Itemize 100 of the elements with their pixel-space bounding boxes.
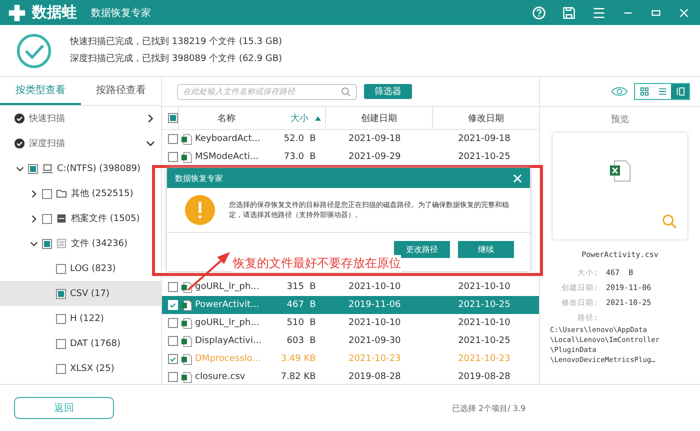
eye-icon[interactable]: [611, 86, 628, 97]
created-date: 2021-09-29: [347, 152, 402, 162]
tree-label: 文件 (34236): [71, 238, 128, 250]
spreadsheet-file-icon: [181, 318, 192, 328]
folder-icon: [56, 188, 67, 199]
modified-date: 2021-10-10: [457, 318, 512, 328]
file-row[interactable]: DisplayActivi... 603 B 2021-09-30 2021-10-25: [162, 332, 539, 350]
created-date: 2021-10-23: [347, 354, 402, 364]
magnifier-icon[interactable]: [662, 214, 677, 229]
checkbox[interactable]: [168, 282, 178, 292]
check-circle-icon: [14, 138, 25, 149]
close-icon[interactable]: [513, 174, 522, 182]
chevron-down-icon[interactable]: [16, 164, 24, 172]
chevron-down-icon[interactable]: [30, 240, 38, 248]
file-row[interactable]: goURL_lr_ph... 510 B 2021-10-10 2021-10-10: [162, 314, 539, 332]
tree-label: 档案文件 (1505): [71, 212, 140, 225]
scan-label: 深度扫描: [29, 138, 66, 150]
checkbox[interactable]: [168, 134, 178, 144]
selection-status: 已选择 2个项目/ 3.9: [452, 402, 526, 414]
file-row[interactable]: goURL_lr_ph... 315 B 2021-10-10 2021-10-10: [162, 278, 539, 296]
chevron-right-icon[interactable]: [30, 214, 38, 222]
tree-item[interactable]: C:(NTFS) (398089): [0, 156, 161, 181]
tree-label: H (122): [70, 314, 104, 324]
grid-icon: [640, 87, 648, 96]
checkbox[interactable]: [42, 238, 52, 248]
tree-item[interactable]: H (122): [0, 306, 161, 331]
tree-item[interactable]: 文件 (34236): [0, 231, 161, 256]
file-size: 315 B: [286, 282, 317, 292]
tree-item[interactable]: 其他 (252515): [0, 181, 161, 206]
chevron-right-icon[interactable]: [146, 114, 155, 123]
file-row[interactable]: closure.csv 7.82 KB 2019-08-28 2019-08-28: [162, 368, 539, 386]
tree-item[interactable]: CSV (17): [0, 281, 161, 306]
checkbox[interactable]: [168, 318, 178, 328]
file-size: 3.49 KB: [280, 354, 317, 364]
checkbox[interactable]: [168, 336, 178, 346]
checkbox[interactable]: [168, 354, 178, 364]
file-row[interactable]: KeyboardAct... 52.0 B 2021-09-18 2021-09-18: [162, 130, 539, 148]
checkbox[interactable]: [42, 188, 52, 198]
column-header[interactable]: 大小: [274, 107, 325, 129]
detail-view-button[interactable]: [671, 84, 689, 99]
scan-summary-text: 深度扫描已完成，已找到 398089 个文件 (62.9 GB): [70, 52, 282, 66]
checkbox[interactable]: [56, 288, 66, 298]
search-icon: [341, 86, 351, 96]
plus-logo-icon: [8, 4, 26, 22]
file-row[interactable]: PowerActivit... 467 B 2019-11-06 2021-10-25: [162, 296, 539, 314]
modified-date: 2019-08-28: [457, 372, 512, 382]
chevron-right-icon[interactable]: [30, 190, 38, 198]
select-all-checkbox[interactable]: [168, 113, 178, 123]
menu-icon[interactable]: [592, 6, 606, 20]
spreadsheet-file-icon: [181, 282, 192, 292]
checkbox[interactable]: [56, 338, 66, 348]
file-name: DisplayActivi...: [195, 336, 262, 346]
tree-label: C:(NTFS) (398089): [57, 164, 141, 174]
save-icon[interactable]: [562, 6, 576, 20]
file-name: goURL_lr_ph...: [195, 282, 260, 292]
checkbox[interactable]: [42, 214, 52, 224]
tree-item[interactable]: XLSX (25): [0, 356, 161, 381]
modified-date: 2021-10-25: [457, 152, 512, 162]
checkbox[interactable]: [168, 372, 178, 382]
app-subtitle: 数据恢复专家: [91, 6, 151, 20]
tree-label: XLSX (25): [70, 364, 114, 374]
scan-summary-text: 快速扫描已完成，已找到 138219 个文件 (15.3 GB): [70, 36, 282, 48]
file-size: 603 B: [286, 336, 317, 346]
file-size: 52.0 B: [282, 134, 317, 144]
file-name: DMprocesslo...: [195, 354, 261, 364]
chevron-down-icon[interactable]: [146, 139, 155, 148]
column-header[interactable]: 修改日期: [432, 107, 539, 129]
app-logo-text: 数据蛙: [32, 3, 77, 22]
dialog-button[interactable]: 继续: [458, 241, 514, 258]
sort-ascending-icon: [314, 116, 321, 120]
help-icon[interactable]: [532, 6, 546, 20]
tree-item[interactable]: DAT (1768): [0, 331, 161, 356]
modified-date: 2021-10-25: [457, 300, 512, 310]
file-row[interactable]: MSModeActi... 73.0 B 2021-09-29 2021-10-25: [162, 148, 539, 166]
checkbox[interactable]: [56, 314, 66, 324]
search-field[interactable]: 在此处输入文件名称或保存路径: [177, 84, 357, 100]
spreadsheet-file-icon: [609, 159, 631, 183]
view-tab[interactable]: 按路径查看: [80, 77, 161, 105]
tree-item[interactable]: 深度扫描: [0, 131, 161, 156]
column-header[interactable]: 名称: [178, 107, 274, 129]
annotation-text: 恢复的文件最好不要存放在原位: [233, 255, 401, 272]
checkbox[interactable]: [168, 152, 178, 162]
filter-button[interactable]: 筛选器: [364, 84, 412, 99]
tree-item[interactable]: LOG (823): [0, 256, 161, 281]
view-tab[interactable]: 按类型查看: [0, 77, 80, 105]
tree-label: CSV (17): [70, 288, 110, 298]
file-size: 510 B: [286, 318, 317, 328]
checkbox[interactable]: [28, 164, 38, 174]
tree-item[interactable]: 档案文件 (1505): [0, 206, 161, 231]
check-circle-icon: [16, 32, 52, 68]
created-date: 2019-08-28: [347, 372, 402, 382]
column-header[interactable]: 创建日期: [324, 107, 432, 129]
dialog-button[interactable]: 更改路径: [394, 241, 450, 258]
warning-icon: [185, 195, 215, 225]
dialog-title: 数据恢复专家: [175, 172, 223, 184]
close-icon[interactable]: [678, 6, 690, 18]
tree-item[interactable]: 快速扫描: [0, 106, 161, 131]
checkbox[interactable]: [56, 364, 66, 374]
check-circle-icon: [14, 113, 25, 124]
checkbox[interactable]: [56, 264, 66, 274]
